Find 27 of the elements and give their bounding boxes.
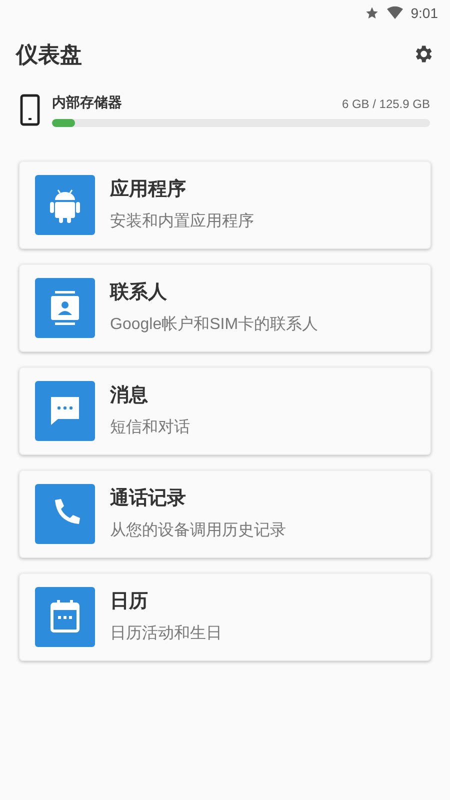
calendar-icon xyxy=(35,587,95,647)
card-subtitle: Google帐户和SIM卡的联系人 xyxy=(110,314,318,336)
card-title: 联系人 xyxy=(110,280,168,305)
card-title: 日历 xyxy=(110,590,149,614)
dashboard-card[interactable]: 联系人 Google帐户和SIM卡的联系人 xyxy=(19,264,431,352)
contact-card-icon xyxy=(35,278,95,338)
card-title: 通话记录 xyxy=(110,486,187,511)
storage-label: 内部存储器 xyxy=(52,93,122,112)
dashboard-card[interactable]: 通话记录 从您的设备调用历史记录 xyxy=(19,470,431,558)
card-subtitle: 日历活动和生日 xyxy=(110,624,222,644)
card-title: 应用程序 xyxy=(110,178,187,202)
chat-bubble-icon xyxy=(35,381,95,441)
page-title: 仪表盘 xyxy=(16,40,82,68)
card-title: 消息 xyxy=(110,384,149,408)
card-subtitle: 短信和对话 xyxy=(110,418,190,438)
storage-reading: 6 GB / 125.9 GB xyxy=(342,96,430,113)
dashboard-card[interactable]: 消息 短信和对话 xyxy=(19,367,431,455)
wifi-icon xyxy=(386,6,403,20)
star-icon xyxy=(364,6,379,20)
dashboard-card[interactable]: 日历 日历活动和生日 xyxy=(19,573,431,661)
phone-icon xyxy=(20,94,40,126)
phone-handset-icon xyxy=(35,484,95,544)
status-time: 9:01 xyxy=(410,4,438,22)
card-subtitle: 安装和内置应用程序 xyxy=(110,212,254,232)
card-subtitle: 从您的设备调用历史记录 xyxy=(110,520,286,542)
dashboard-card[interactable]: 应用程序 安装和内置应用程序 xyxy=(19,161,431,249)
android-icon xyxy=(35,175,95,235)
